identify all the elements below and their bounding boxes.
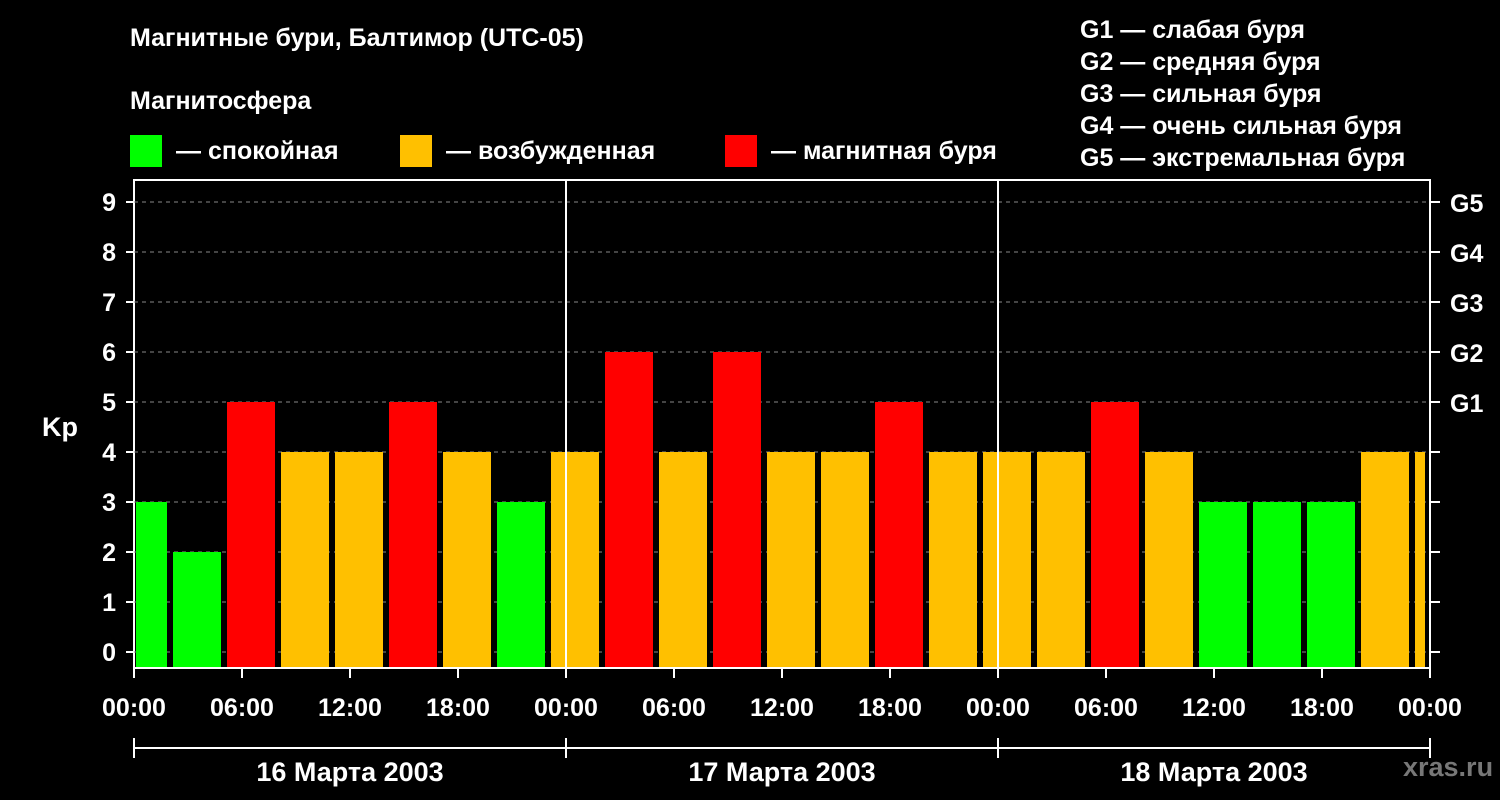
kp-bar — [497, 502, 545, 667]
kp-bar — [1253, 502, 1301, 667]
g-level-label: G2 — [1450, 340, 1483, 368]
y-tick-label: 0 — [102, 639, 116, 667]
kp-bar — [1307, 502, 1355, 667]
kp-bar — [605, 352, 653, 667]
y-tick-label: 6 — [102, 339, 116, 367]
watermark: xras.ru — [1403, 752, 1494, 782]
kp-bar — [1361, 452, 1409, 667]
kp-bar-chart: 0 1 2 3 4 5 6 7 8 9 G1 G2 G3 G4 G5 00:00 06:00 12:00 18:00… — [102, 179, 1483, 787]
kp-bar — [875, 402, 923, 667]
kp-bar — [713, 352, 761, 667]
day-label: 18 Марта 2003 — [1120, 757, 1307, 787]
kp-bar — [443, 452, 491, 667]
kp-bar — [929, 452, 977, 667]
y-tick-label: 4 — [102, 439, 116, 467]
x-tick-label: 00:00 — [534, 694, 598, 722]
y-tick-label: 9 — [102, 189, 116, 217]
x-tick-label: 00:00 — [1398, 694, 1462, 722]
x-tick-label: 12:00 — [318, 694, 382, 722]
x-tick-label: 18:00 — [1290, 694, 1354, 722]
kp-bar — [1199, 502, 1247, 667]
kp-bar — [335, 452, 383, 667]
g-level-label: G5 — [1450, 190, 1483, 218]
g-level-label: G3 — [1450, 290, 1483, 318]
y-tick-label: 8 — [102, 239, 116, 267]
y-tick-label: 2 — [102, 539, 116, 567]
kp-bar — [136, 502, 167, 667]
g-level-label: G1 — [1450, 390, 1483, 418]
y-tick-label: 5 — [102, 389, 116, 417]
x-tick-label: 00:00 — [966, 694, 1030, 722]
day-label: 17 Марта 2003 — [688, 757, 875, 787]
x-tick-label: 06:00 — [210, 694, 274, 722]
x-tick-label: 00:00 — [102, 694, 166, 722]
kp-bar — [1091, 402, 1139, 667]
y-tick-label: 1 — [102, 589, 116, 617]
g-level-label: G4 — [1450, 240, 1483, 268]
x-tick-label: 12:00 — [750, 694, 814, 722]
kp-bar — [983, 452, 1031, 667]
kp-bar — [281, 452, 329, 667]
kp-bar — [1037, 452, 1085, 667]
kp-bar — [173, 552, 221, 667]
x-tick-label: 06:00 — [1074, 694, 1138, 722]
kp-bar — [389, 402, 437, 667]
x-tick-label: 18:00 — [426, 694, 490, 722]
kp-bar — [1415, 452, 1425, 667]
kp-bar — [551, 452, 599, 667]
x-tick-label: 06:00 — [642, 694, 706, 722]
x-tick-label: 18:00 — [858, 694, 922, 722]
y-tick-label: 3 — [102, 489, 116, 517]
kp-bar — [1145, 452, 1193, 667]
kp-bar — [659, 452, 707, 667]
y-tick-label: 7 — [102, 289, 116, 317]
kp-bar — [767, 452, 815, 667]
kp-bar — [227, 402, 275, 667]
day-label: 16 Марта 2003 — [256, 757, 443, 787]
kp-bar — [821, 452, 869, 667]
x-tick-label: 12:00 — [1182, 694, 1246, 722]
